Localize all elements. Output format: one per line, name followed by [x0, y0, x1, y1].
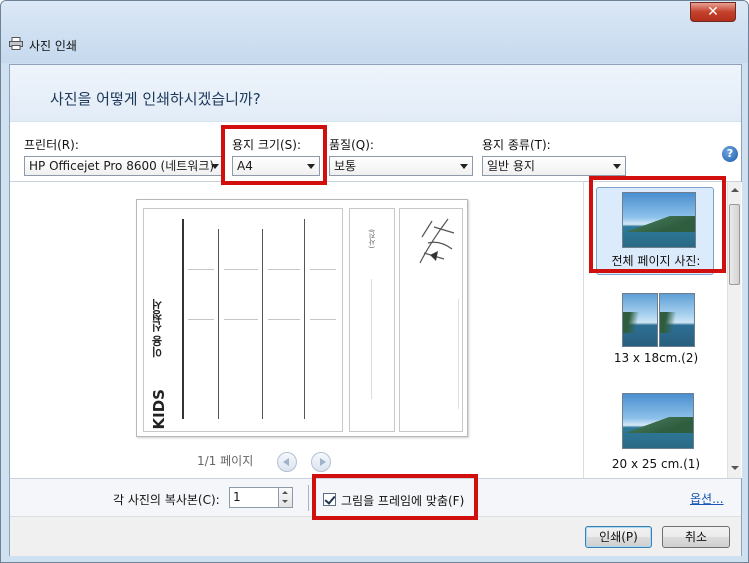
previous-page-button[interactable]	[277, 452, 297, 472]
copies-label: 각 사진의 복사본(C):	[113, 493, 220, 507]
header-band: 사진을 어떻게 인쇄하시겠습니까?	[10, 65, 741, 122]
divider	[308, 485, 309, 511]
paper-type-label: 용지 종류(T):	[482, 138, 551, 152]
quality-select[interactable]: 보통	[329, 156, 473, 176]
close-button[interactable]: ✕	[690, 2, 736, 22]
preview-rule	[310, 319, 336, 320]
preview-brand: KIDS	[150, 389, 168, 430]
scrollbar-thumb[interactable]	[729, 204, 740, 285]
help-icon[interactable]: ?	[722, 146, 738, 162]
chevron-down-icon[interactable]	[282, 500, 288, 503]
paper-type-value: 일반 용지	[487, 159, 535, 173]
printer-select[interactable]: HP Officejet Pro 8600 (네트워크)	[24, 156, 224, 176]
scroll-up-icon[interactable]	[731, 188, 739, 192]
illustration-icon	[419, 218, 455, 264]
landscape-photo-thumbnail	[622, 393, 694, 449]
preview-rule	[458, 299, 459, 409]
page-preview: 이용 신청서 KIDS (사진)	[136, 199, 468, 437]
arrow-right-icon	[320, 458, 326, 466]
layout-full-page[interactable]: 전체 페이지 사진:	[584, 182, 728, 282]
scroll-down-icon[interactable]	[731, 466, 739, 470]
paper-size-label: 용지 크기(S):	[232, 138, 301, 152]
chevron-down-icon	[613, 164, 621, 169]
preview-rule	[371, 279, 372, 399]
preview-rule	[268, 269, 300, 270]
print-preview-area: 이용 신청서 KIDS (사진) 1/1 페이지	[10, 182, 582, 478]
layout-label: 전체 페이지 사진:	[611, 254, 701, 268]
layout-label: 20 x 25 cm.(1)	[611, 457, 701, 471]
preview-form-panel: 이용 신청서 KIDS	[143, 208, 343, 432]
page-indicator: 1/1 페이지	[197, 454, 254, 468]
chevron-down-icon	[211, 164, 219, 169]
chevron-down-icon	[460, 164, 468, 169]
chevron-down-icon	[307, 164, 315, 169]
window-title: 사진 인쇄	[29, 39, 77, 53]
copies-stepper[interactable]	[278, 487, 293, 508]
layout-label: 13 x 18cm.(2)	[613, 351, 699, 365]
printer-icon	[9, 37, 23, 50]
paper-size-select[interactable]: A4	[232, 156, 320, 176]
preview-side-label: (사진)	[368, 229, 376, 249]
title-bar: 사진 인쇄 ✕	[1, 1, 748, 63]
layout-scrollbar[interactable]	[727, 182, 741, 478]
fit-to-frame-checkbox[interactable]	[323, 493, 336, 506]
preview-form-title: 이용 신청서	[151, 299, 164, 358]
layout-list[interactable]: 전체 페이지 사진: 13 x 18cm.(2) 20 x 25 cm.(1)	[583, 182, 742, 478]
preview-rule	[182, 219, 184, 419]
printer-value: HP Officejet Pro 8600 (네트워크)	[29, 159, 215, 173]
portrait-photo-thumbnail	[622, 293, 658, 347]
preview-rule	[224, 269, 258, 270]
paper-type-select[interactable]: 일반 용지	[482, 156, 626, 176]
print-pictures-window: 사진 인쇄 ✕ 사진을 어떻게 인쇄하시겠습니까? 프린터(R): HP Off…	[0, 0, 749, 563]
layout-13x18[interactable]: 13 x 18cm.(2)	[584, 287, 728, 372]
quality-label: 품질(Q):	[329, 138, 374, 152]
print-button[interactable]: 인쇄(P)	[585, 526, 652, 548]
layout-20x25[interactable]: 20 x 25 cm.(1)	[584, 387, 728, 477]
chevron-up-icon[interactable]	[282, 491, 288, 494]
preview-rule	[188, 269, 214, 270]
fit-to-frame-label[interactable]: 그림을 프레임에 맞춤(F)	[341, 492, 464, 509]
printer-label: 프린터(R):	[24, 138, 79, 152]
preview-rule	[262, 229, 263, 419]
quality-value: 보통	[334, 159, 357, 173]
cancel-button[interactable]: 취소	[662, 526, 730, 548]
preview-middle-panel: (사진)	[349, 208, 395, 432]
print-options-band: 각 사진의 복사본(C): 1 그림을 프레임에 맞춤(F) 옵션...	[10, 478, 741, 517]
paper-size-value: A4	[237, 159, 253, 173]
preview-rule	[310, 269, 336, 270]
preview-rule	[304, 219, 305, 419]
preview-rule	[268, 319, 300, 320]
copies-input[interactable]: 1	[229, 487, 279, 508]
page-title: 사진을 어떻게 인쇄하시겠습니까?	[50, 90, 261, 108]
arrow-left-icon	[283, 458, 289, 466]
dialog-footer: 인쇄(P) 취소	[10, 516, 741, 556]
preview-right-panel	[399, 208, 463, 432]
next-page-button[interactable]	[311, 452, 331, 472]
dialog-client: 사진을 어떻게 인쇄하시겠습니까? 프린터(R): HP Officejet P…	[9, 64, 742, 556]
preview-rule	[188, 319, 214, 320]
preview-rule	[218, 229, 219, 419]
preview-rule	[224, 319, 258, 320]
options-link[interactable]: 옵션...	[690, 490, 724, 507]
portrait-photo-thumbnail	[659, 293, 695, 347]
landscape-photo-thumbnail	[622, 192, 696, 248]
